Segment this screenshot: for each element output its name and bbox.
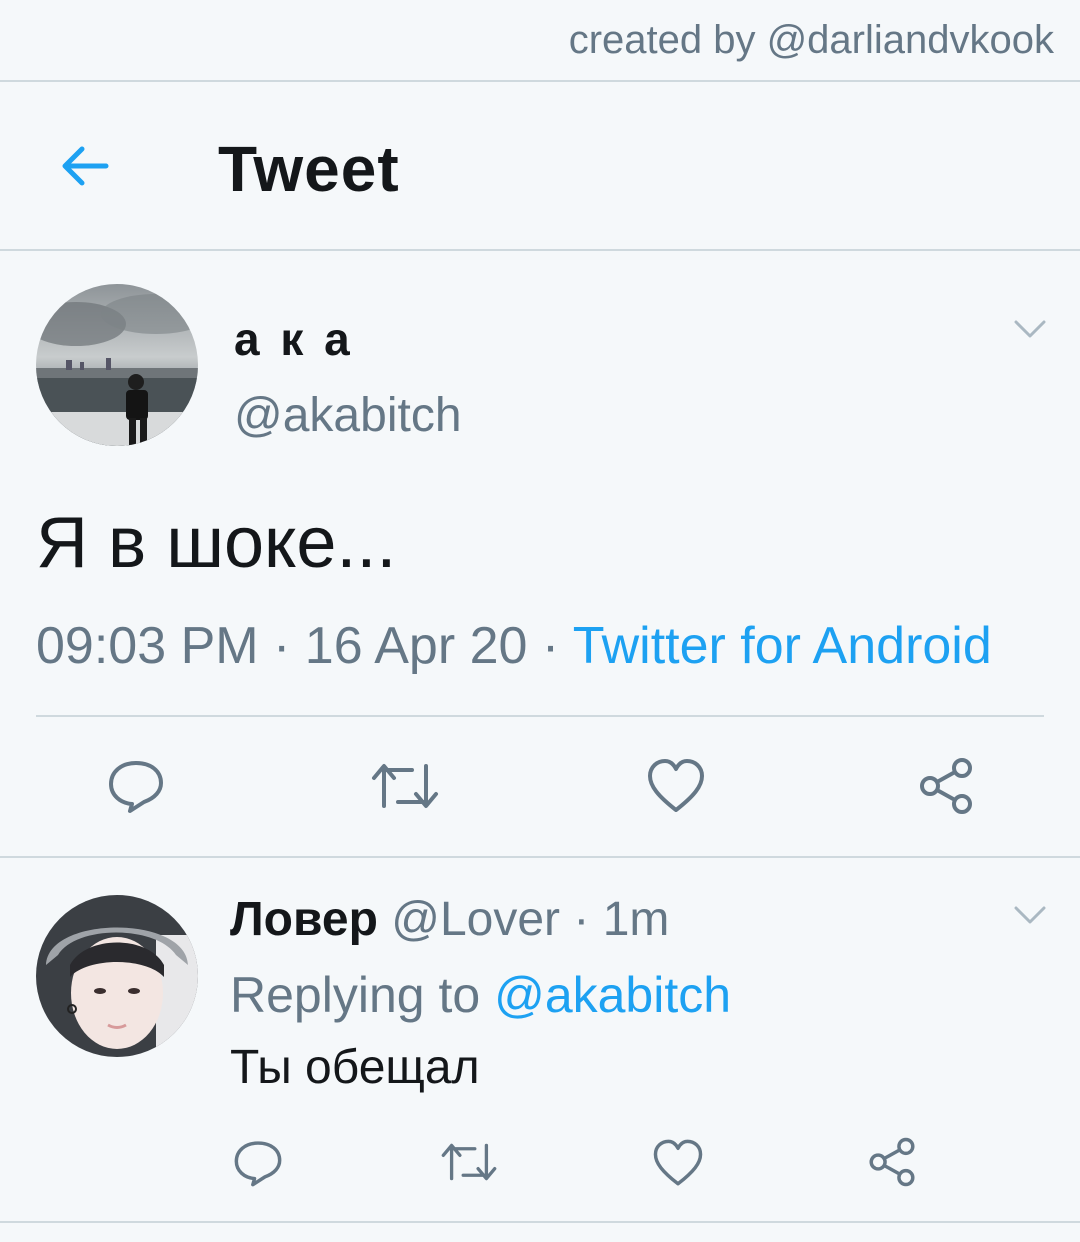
watermark-credit: created by @darliandvkook	[568, 18, 1054, 62]
share-icon[interactable]	[866, 1136, 918, 1188]
reply-icon[interactable]	[106, 758, 166, 814]
chevron-down-icon[interactable]	[1012, 318, 1048, 340]
arrow-left-icon[interactable]	[56, 136, 116, 196]
author-name[interactable]: а к а	[234, 312, 354, 366]
replying-to-prefix: Replying to	[230, 967, 481, 1023]
replying-to-handle-link[interactable]: @akabitch	[494, 967, 731, 1023]
page-title: Tweet	[218, 133, 400, 205]
heart-icon[interactable]	[652, 1138, 704, 1188]
reply-icon[interactable]	[232, 1138, 284, 1188]
divider	[0, 1221, 1080, 1223]
tweet-meta: 09:03 PM · 16 Apr 20 · Twitter for Andro…	[36, 616, 992, 676]
reply-author-handle[interactable]: @Lover	[391, 893, 560, 946]
retweet-icon[interactable]	[370, 758, 440, 814]
reply-header: Ловер @Lover · 1m	[230, 892, 669, 947]
chevron-down-icon[interactable]	[1012, 904, 1048, 926]
meta-separator: ·	[541, 617, 573, 675]
heart-icon[interactable]	[646, 758, 706, 814]
reply-author-name[interactable]: Ловер	[230, 893, 378, 946]
reply-time: 1m	[602, 893, 670, 946]
tweet-source-link[interactable]: Twitter for Android	[573, 617, 992, 675]
divider	[0, 80, 1080, 82]
meta-separator: ·	[573, 893, 590, 946]
meta-separator: ·	[273, 617, 305, 675]
share-icon[interactable]	[916, 756, 976, 816]
avatar[interactable]	[36, 895, 198, 1057]
retweet-icon[interactable]	[440, 1138, 498, 1186]
reply-text: Ты обещал	[230, 1041, 480, 1094]
tweet-text: Я в шоке...	[36, 503, 397, 583]
divider	[0, 856, 1080, 858]
tweet-time: 09:03 PM	[36, 617, 259, 675]
tweet-date: 16 Apr 20	[304, 617, 528, 675]
replying-to: Replying to @akabitch	[230, 966, 731, 1024]
author-handle[interactable]: @akabitch	[234, 388, 462, 443]
avatar[interactable]	[36, 284, 198, 446]
divider	[36, 715, 1044, 717]
divider	[0, 249, 1080, 251]
